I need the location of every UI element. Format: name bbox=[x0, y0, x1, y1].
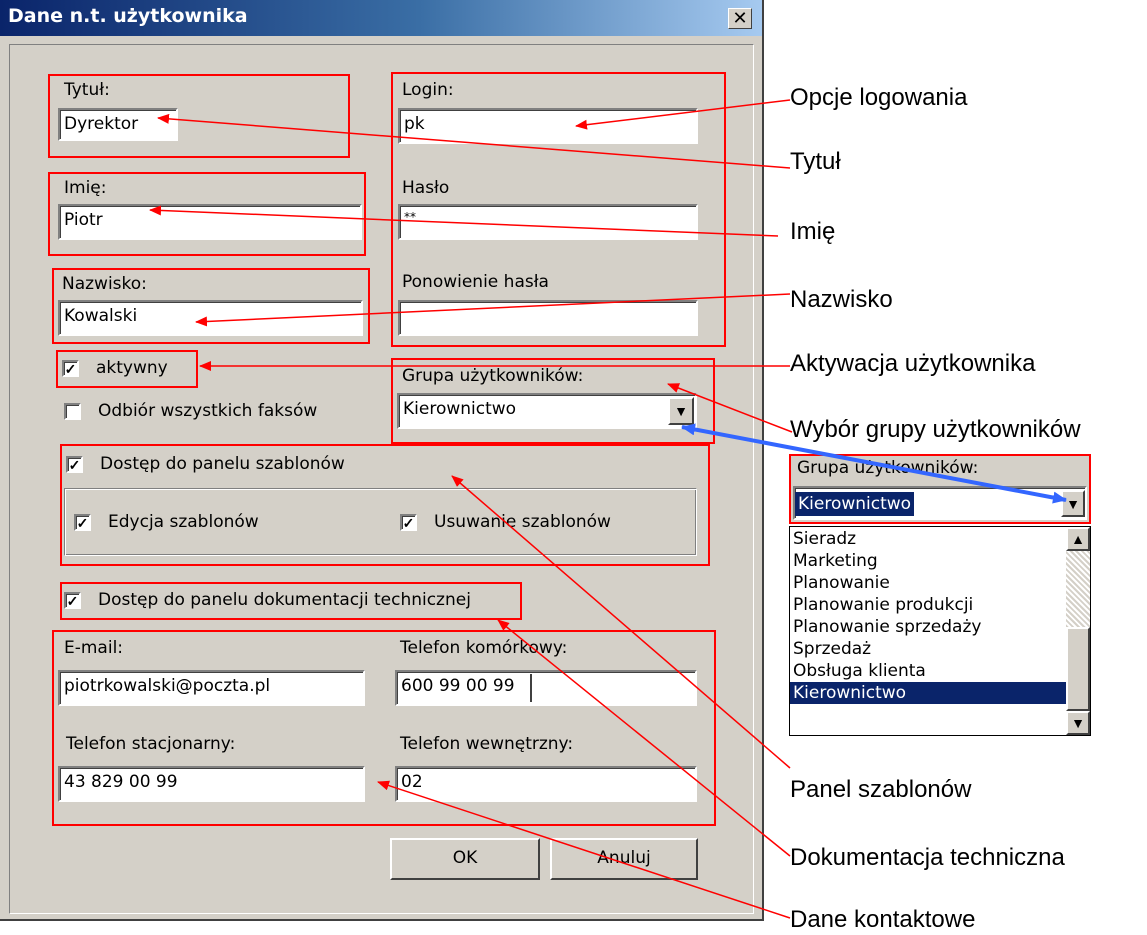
arrow-login-options bbox=[575, 99, 791, 130]
arrow-templates-panel bbox=[451, 475, 791, 769]
arrow-contact-data bbox=[377, 780, 791, 919]
arrow-title bbox=[157, 113, 791, 169]
arrow-group-selection bbox=[667, 383, 793, 433]
arrow-last-name bbox=[195, 293, 791, 327]
arrow-first-name bbox=[149, 205, 779, 237]
arrow-tech-docs bbox=[497, 619, 791, 857]
annotation-arrows bbox=[149, 99, 1067, 919]
arrow-group-preview bbox=[681, 423, 1067, 504]
